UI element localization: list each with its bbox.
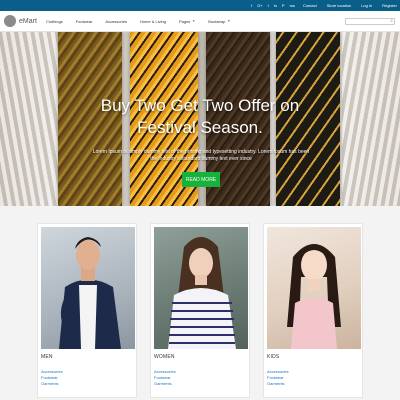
link-accessories[interactable]: Accessories — [154, 369, 176, 374]
category-title: WOMEN — [154, 354, 175, 360]
category-card-women: WOMEN Accessories Footwear Garments — [150, 223, 250, 398]
girl-figure — [287, 244, 341, 349]
category-section: MEN Accessories Footwear Garments WOMEN … — [0, 220, 400, 400]
store-location-link[interactable]: Store location — [327, 3, 351, 8]
brand-name: eMart — [19, 17, 37, 25]
hero-banner: Buy Two Get Two Offer on Festival Season… — [0, 32, 400, 206]
main-nav: eMart Clothings Footwear Accessories Hom… — [0, 11, 400, 32]
facebook-icon[interactable]: f — [251, 3, 252, 8]
contact-link[interactable]: Contact — [303, 3, 317, 8]
nav-item-label: Clothings — [46, 18, 63, 24]
kids-photo[interactable] — [267, 227, 361, 349]
read-more-button[interactable]: READ MORE — [182, 172, 220, 187]
search-input[interactable]: ⌕ — [345, 17, 395, 25]
top-bar: f G+ t in P rss Contact Store location L… — [0, 0, 400, 11]
curtain-left — [0, 32, 58, 206]
search-icon[interactable]: ⌕ — [390, 18, 393, 24]
top-links: Contact Store location Log in Register — [303, 3, 397, 8]
category-card-men: MEN Accessories Footwear Garments — [37, 223, 137, 398]
link-footwear[interactable]: Footwear — [267, 375, 289, 380]
men-photo[interactable] — [41, 227, 135, 349]
chevron-down-icon: ▼ — [192, 19, 196, 23]
nav-item-footwear[interactable]: Footwear — [76, 19, 93, 24]
category-links: Accessories Footwear Garments — [41, 369, 63, 386]
pinterest-icon[interactable]: P — [282, 3, 285, 8]
link-garments[interactable]: Garments — [154, 381, 176, 386]
man-figure — [59, 237, 121, 349]
register-link[interactable]: Register — [382, 3, 397, 8]
logo-icon — [4, 15, 16, 27]
rss-icon[interactable]: rss — [290, 3, 295, 8]
hero-text: Lorem Ipsum is simply dummy text of the … — [92, 149, 310, 162]
nav-item-label: Footwear — [75, 18, 93, 24]
brand[interactable]: eMart — [4, 15, 42, 27]
nav-item-home-living[interactable]: Home & Living — [140, 19, 166, 24]
curtain-right — [342, 32, 400, 206]
nav-item-label: Home & Living — [139, 18, 166, 24]
nav-menu: Clothings Footwear Accessories Home & Li… — [46, 19, 243, 24]
nav-item-clothings[interactable]: Clothings — [46, 19, 63, 24]
nav-item-pages[interactable]: Pages ▼ — [179, 19, 195, 24]
category-title: MEN — [41, 354, 53, 360]
woman-figure — [168, 237, 236, 349]
category-title: KIDS — [267, 354, 280, 360]
category-links: Accessories Footwear Garments — [154, 369, 176, 386]
login-link[interactable]: Log in — [361, 3, 372, 8]
link-footwear[interactable]: Footwear — [154, 375, 176, 380]
nav-item-label: Bootstrap — [208, 18, 226, 24]
link-footwear[interactable]: Footwear — [41, 375, 63, 380]
hero-title: Buy Two Get Two Offer on Festival Season… — [100, 96, 300, 137]
category-links: Accessories Footwear Garments — [267, 369, 289, 386]
nav-item-bootstrap[interactable]: Bootstrap ▼ — [208, 19, 230, 24]
google-plus-icon[interactable]: G+ — [257, 3, 262, 8]
category-card-kids: KIDS Accessories Footwear Garments — [263, 223, 363, 398]
social-links: f G+ t in P rss — [251, 3, 295, 8]
women-photo[interactable] — [154, 227, 248, 349]
link-accessories[interactable]: Accessories — [41, 369, 63, 374]
twitter-icon[interactable]: t — [268, 3, 269, 8]
link-accessories[interactable]: Accessories — [267, 369, 289, 374]
nav-item-accessories[interactable]: Accessories — [105, 19, 127, 24]
chevron-down-icon: ▼ — [227, 19, 231, 23]
nav-item-label: Pages — [178, 18, 191, 24]
nav-item-label: Accessories — [105, 18, 127, 24]
link-garments[interactable]: Garments — [41, 381, 63, 386]
link-garments[interactable]: Garments — [267, 381, 289, 386]
page: f G+ t in P rss Contact Store location L… — [0, 0, 400, 400]
linkedin-icon[interactable]: in — [274, 3, 277, 8]
